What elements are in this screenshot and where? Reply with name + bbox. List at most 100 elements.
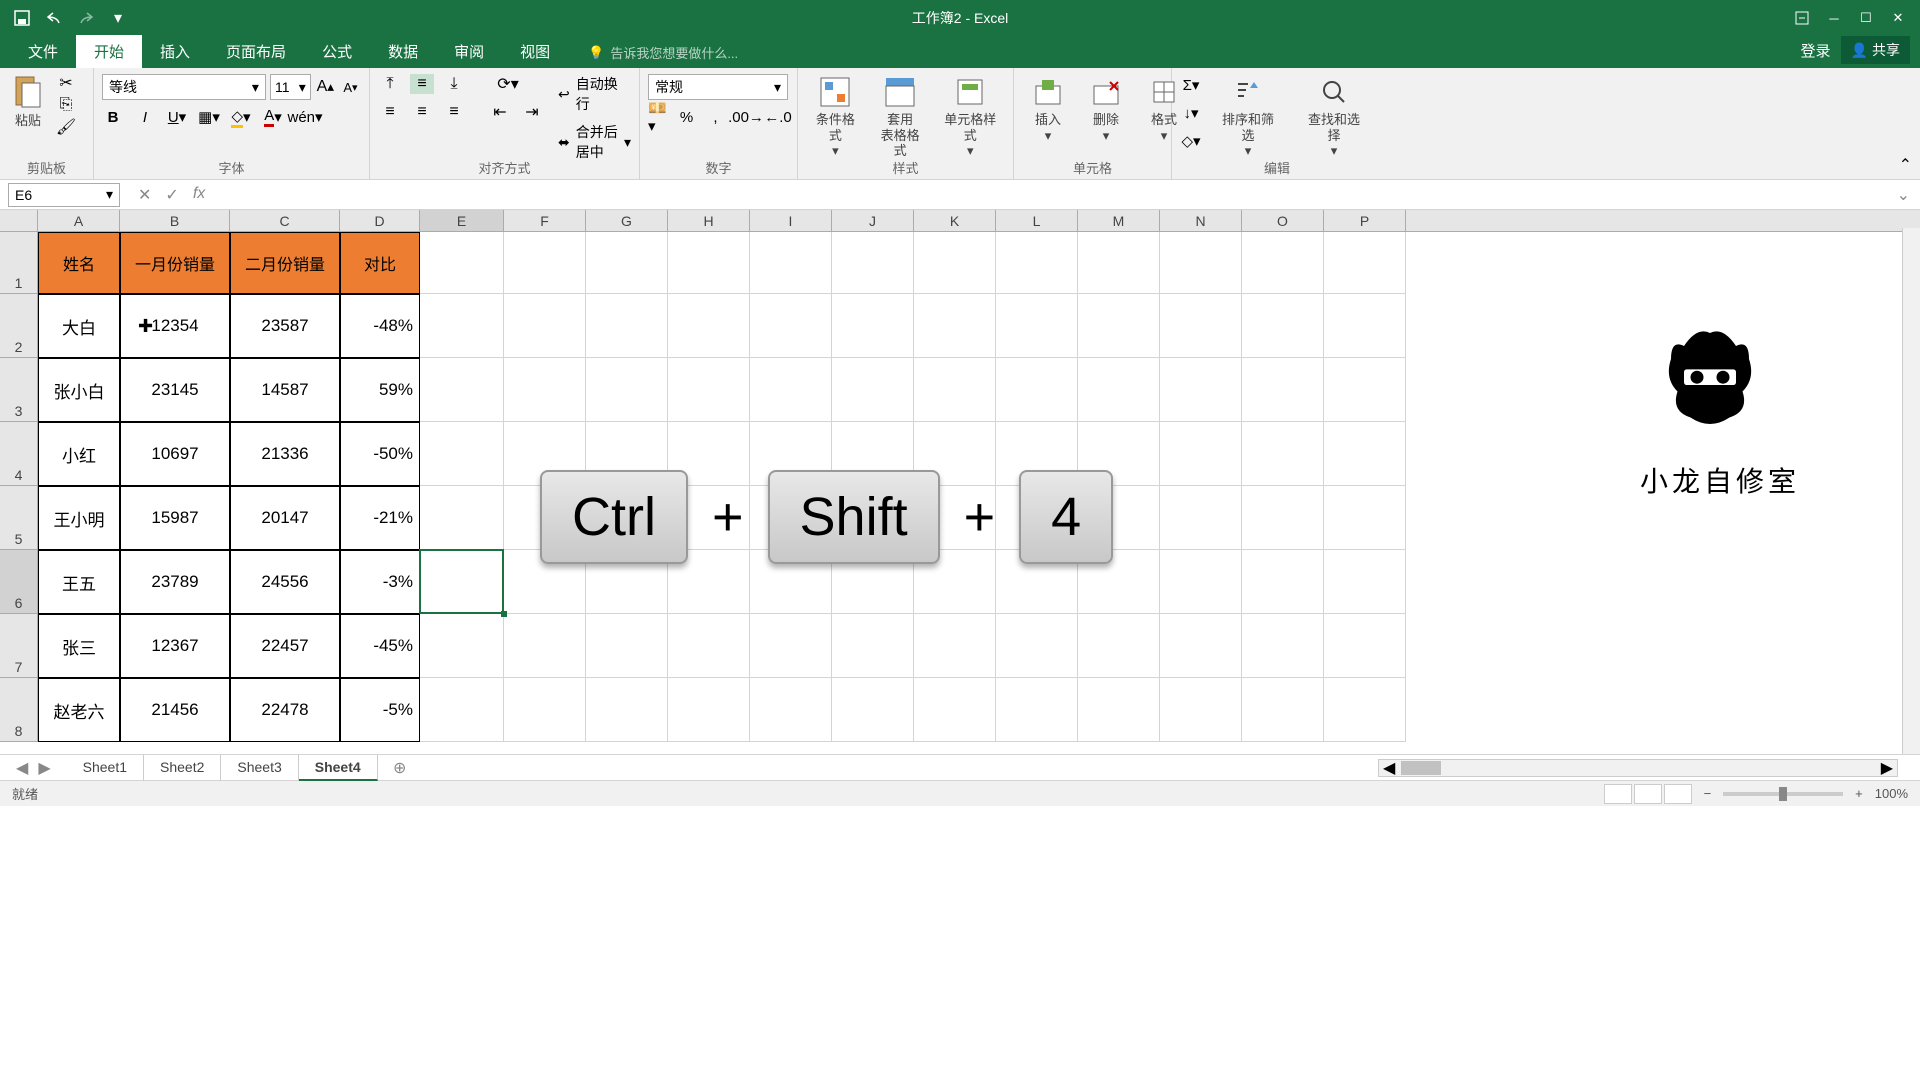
cell-O8[interactable]	[1242, 678, 1324, 742]
bold-button[interactable]: B	[102, 106, 124, 128]
cell-A4[interactable]: 小红	[38, 422, 120, 486]
cell-F8[interactable]	[504, 678, 586, 742]
sheet-nav-prev-icon[interactable]: ◀	[16, 758, 28, 778]
cell-M3[interactable]	[1078, 358, 1160, 422]
cell-C3[interactable]: 14587	[230, 358, 340, 422]
ribbon-options-icon[interactable]	[1788, 6, 1816, 30]
fill-color-button[interactable]: ◇▾	[230, 106, 252, 128]
cell-E2[interactable]	[420, 294, 504, 358]
page-layout-view-icon[interactable]	[1634, 784, 1662, 804]
cell-P2[interactable]	[1324, 294, 1406, 358]
cell-P5[interactable]	[1324, 486, 1406, 550]
cell-N4[interactable]	[1160, 422, 1242, 486]
cell-G3[interactable]	[586, 358, 668, 422]
underline-button[interactable]: U▾	[166, 106, 188, 128]
formula-input[interactable]	[215, 183, 1886, 207]
cell-N8[interactable]	[1160, 678, 1242, 742]
cell-N5[interactable]	[1160, 486, 1242, 550]
cell-M2[interactable]	[1078, 294, 1160, 358]
sheet-nav-next-icon[interactable]: ▶	[38, 758, 50, 778]
row-header-3[interactable]: 3	[0, 358, 38, 422]
fill-handle[interactable]	[501, 611, 507, 617]
cell-D5[interactable]: -21%	[340, 486, 420, 550]
cell-M8[interactable]	[1078, 678, 1160, 742]
cell-A6[interactable]: 王五	[38, 550, 120, 614]
zoom-in-icon[interactable]: +	[1855, 786, 1863, 801]
add-sheet-button[interactable]: ⊕	[386, 758, 414, 778]
font-name-combo[interactable]: 等线▾	[102, 74, 266, 100]
cell-C2[interactable]: 23587	[230, 294, 340, 358]
cell-A2[interactable]: 大白	[38, 294, 120, 358]
cell-N7[interactable]	[1160, 614, 1242, 678]
sheet-tab-sheet3[interactable]: Sheet3	[221, 755, 298, 781]
cell-O2[interactable]	[1242, 294, 1324, 358]
qat-dropdown-icon[interactable]: ▾	[106, 6, 130, 30]
cell-F7[interactable]	[504, 614, 586, 678]
cell-P4[interactable]	[1324, 422, 1406, 486]
cell-C4[interactable]: 21336	[230, 422, 340, 486]
copy-icon[interactable]: ⎘	[54, 96, 78, 114]
increase-font-icon[interactable]: A▴	[315, 76, 336, 98]
cell-C8[interactable]: 22478	[230, 678, 340, 742]
align-left-icon[interactable]: ≡	[378, 102, 402, 122]
cell-J1[interactable]	[832, 232, 914, 294]
cell-D3[interactable]: 59%	[340, 358, 420, 422]
tab-data[interactable]: 数据	[370, 35, 436, 68]
cell-N6[interactable]	[1160, 550, 1242, 614]
fill-icon[interactable]: ↓▾	[1180, 102, 1202, 124]
cell-L1[interactable]	[996, 232, 1078, 294]
cell-G8[interactable]	[586, 678, 668, 742]
close-icon[interactable]: ✕	[1884, 6, 1912, 30]
cell-H2[interactable]	[668, 294, 750, 358]
zoom-out-icon[interactable]: −	[1704, 786, 1712, 801]
decrease-font-icon[interactable]: A▾	[340, 76, 361, 98]
align-center-icon[interactable]: ≡	[410, 102, 434, 122]
align-bottom-icon[interactable]: ⤓	[442, 74, 466, 94]
col-header-I[interactable]: I	[750, 210, 832, 231]
save-icon[interactable]	[10, 6, 34, 30]
cell-E1[interactable]	[420, 232, 504, 294]
cell-B5[interactable]: 15987	[120, 486, 230, 550]
cell-A5[interactable]: 王小明	[38, 486, 120, 550]
row-header-8[interactable]: 8	[0, 678, 38, 742]
cell-H8[interactable]	[668, 678, 750, 742]
row-header-6[interactable]: 6	[0, 550, 38, 614]
cell-H3[interactable]	[668, 358, 750, 422]
cell-N2[interactable]	[1160, 294, 1242, 358]
cell-E5[interactable]	[420, 486, 504, 550]
col-header-F[interactable]: F	[504, 210, 586, 231]
cell-H7[interactable]	[668, 614, 750, 678]
fx-icon[interactable]: fx	[193, 185, 205, 205]
row-header-1[interactable]: 1	[0, 232, 38, 294]
col-header-N[interactable]: N	[1160, 210, 1242, 231]
sheet-tab-sheet1[interactable]: Sheet1	[67, 755, 144, 781]
tell-me-search[interactable]: 💡 告诉我您想要做什么...	[588, 43, 738, 68]
sheet-tab-sheet2[interactable]: Sheet2	[144, 755, 221, 781]
cell-K1[interactable]	[914, 232, 996, 294]
cell-P8[interactable]	[1324, 678, 1406, 742]
accounting-format-icon[interactable]: 💴▾	[648, 106, 667, 128]
decrease-indent-icon[interactable]: ⇤	[488, 102, 512, 122]
cell-P3[interactable]	[1324, 358, 1406, 422]
cell-D1[interactable]: 对比	[340, 232, 420, 294]
cell-G7[interactable]	[586, 614, 668, 678]
cell-K8[interactable]	[914, 678, 996, 742]
cell-E3[interactable]	[420, 358, 504, 422]
cell-F2[interactable]	[504, 294, 586, 358]
share-button[interactable]: 👤 共享	[1841, 36, 1910, 64]
orientation-icon[interactable]: ⟳▾	[496, 74, 520, 94]
select-all-button[interactable]	[0, 210, 38, 231]
align-top-icon[interactable]: ⤒	[378, 74, 402, 94]
col-header-B[interactable]: B	[120, 210, 230, 231]
cell-C5[interactable]: 20147	[230, 486, 340, 550]
col-header-K[interactable]: K	[914, 210, 996, 231]
cell-I8[interactable]	[750, 678, 832, 742]
cell-J8[interactable]	[832, 678, 914, 742]
sheet-tab-sheet4[interactable]: Sheet4	[299, 755, 378, 781]
cell-B6[interactable]: 23789	[120, 550, 230, 614]
cell-A7[interactable]: 张三	[38, 614, 120, 678]
col-header-M[interactable]: M	[1078, 210, 1160, 231]
cell-O3[interactable]	[1242, 358, 1324, 422]
autosum-icon[interactable]: Σ▾	[1180, 74, 1202, 96]
cell-I1[interactable]	[750, 232, 832, 294]
